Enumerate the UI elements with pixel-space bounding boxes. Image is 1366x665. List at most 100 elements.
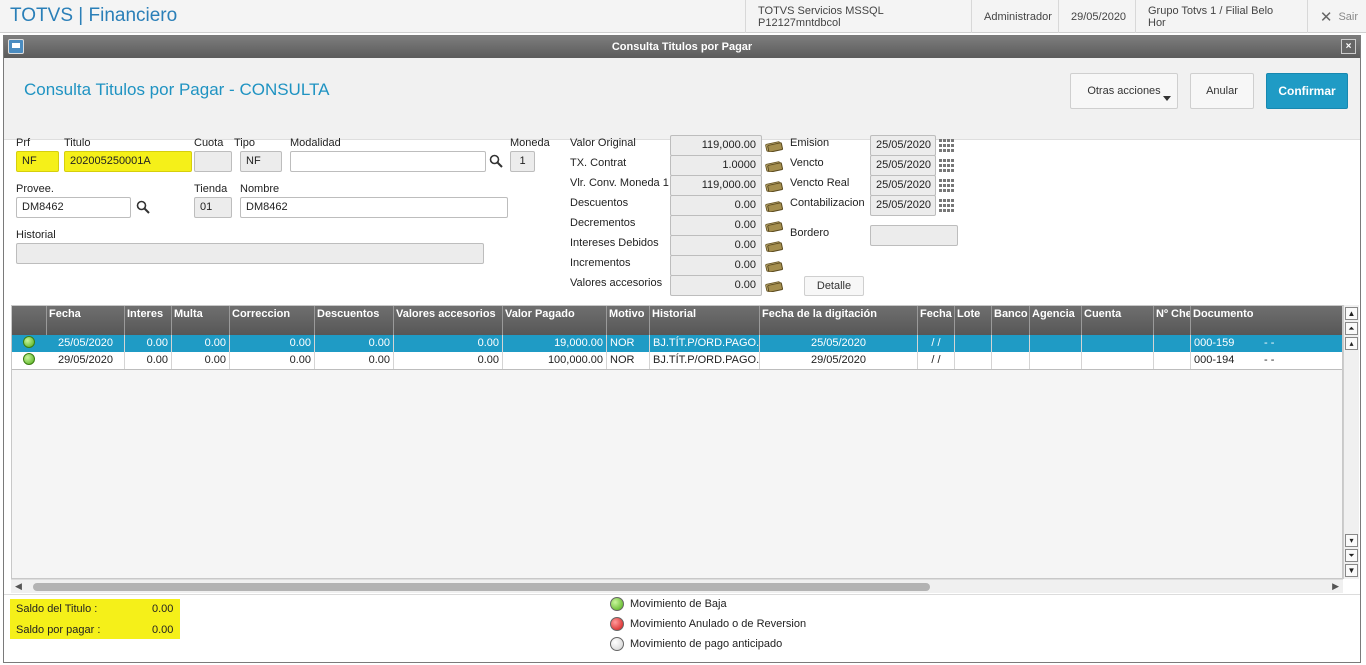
- scroll-down-icon[interactable]: ▾: [1345, 534, 1358, 547]
- scroll-page-down-icon[interactable]: ⏷: [1345, 549, 1358, 562]
- cuota-field[interactable]: [194, 151, 232, 172]
- scroll-top-icon[interactable]: ▲: [1345, 307, 1358, 320]
- column-header[interactable]: Correccion: [230, 306, 315, 335]
- value-field[interactable]: 119,000.00: [670, 175, 762, 196]
- money-icon[interactable]: [765, 180, 783, 192]
- value-field[interactable]: 119,000.00: [670, 135, 762, 156]
- value-field[interactable]: 0.00: [670, 275, 762, 296]
- app-title: TOTVS | Financiero: [10, 5, 178, 26]
- legend-white-icon: [610, 637, 624, 651]
- table-cell: - -: [1264, 337, 1275, 349]
- value-field[interactable]: 0.00: [670, 195, 762, 216]
- table-cell: 0.00: [172, 352, 230, 369]
- calendar-icon[interactable]: [939, 139, 954, 152]
- column-header[interactable]: Motivo: [607, 306, 650, 335]
- table-cell: [1082, 335, 1154, 352]
- historial-label: Historial: [16, 229, 56, 241]
- money-icon[interactable]: [765, 140, 783, 152]
- money-icon[interactable]: [765, 200, 783, 212]
- column-header[interactable]: Lote: [955, 306, 992, 335]
- scroll-bottom-icon[interactable]: ▼: [1345, 564, 1358, 577]
- table-cell: BJ.TÍT.P/ORD.PAGO.: [650, 335, 760, 352]
- scroll-page-up-icon[interactable]: ⏶: [1345, 322, 1358, 335]
- column-header[interactable]: Valores accesorios: [394, 306, 503, 335]
- value-field[interactable]: 0.00: [670, 215, 762, 236]
- window-close-button[interactable]: ×: [1341, 39, 1356, 54]
- scrollbar-thumb[interactable]: [33, 583, 930, 591]
- column-header[interactable]: Descuentos: [315, 306, 394, 335]
- date-label: Vencto: [790, 157, 824, 169]
- titulo-field[interactable]: 202005250001A: [64, 151, 192, 172]
- column-header[interactable]: Nº Che: [1154, 306, 1191, 335]
- column-header[interactable]: Fecha de la digitación: [760, 306, 918, 335]
- bordero-field[interactable]: [870, 225, 958, 246]
- table-cell: 0.00: [315, 335, 394, 352]
- dialog-window: Consulta Titulos por Pagar × Consulta Ti…: [3, 35, 1361, 663]
- nombre-label: Nombre: [240, 183, 280, 195]
- value-field[interactable]: 1.0000: [670, 155, 762, 176]
- value-label: Valores accesorios: [570, 277, 663, 289]
- chevron-down-icon: [1163, 96, 1171, 101]
- search-icon[interactable]: [489, 154, 503, 168]
- detail-button[interactable]: Detalle: [804, 276, 864, 296]
- column-header[interactable]: Valor Pagado: [503, 306, 607, 335]
- column-header[interactable]: Multa: [172, 306, 230, 335]
- table-cell: / /: [918, 335, 955, 352]
- exit-button[interactable]: ✕ Sair: [1306, 0, 1358, 33]
- page-title: Consulta Titulos por Pagar - CONSULTA: [24, 80, 330, 99]
- saldo-titulo-value: 0.00: [152, 603, 174, 615]
- calendar-icon[interactable]: [939, 159, 954, 172]
- table-row[interactable]: 29/05/2020 0.00 0.00 0.00 0.00 0.00 100,…: [12, 352, 1342, 369]
- prf-field[interactable]: NF: [16, 151, 59, 172]
- other-actions-button[interactable]: Otras acciones: [1070, 73, 1178, 109]
- money-icon[interactable]: [765, 260, 783, 272]
- user-info: Administrador: [971, 0, 1058, 33]
- value-field[interactable]: 0.00: [670, 255, 762, 276]
- value-field[interactable]: 0.00: [670, 235, 762, 256]
- money-icon[interactable]: [765, 240, 783, 252]
- date-field[interactable]: 25/05/2020: [870, 155, 936, 176]
- scroll-up-icon[interactable]: ▴: [1345, 337, 1358, 350]
- tipo-label: Tipo: [234, 137, 255, 149]
- column-header-status[interactable]: [12, 306, 47, 335]
- date-field[interactable]: 25/05/2020: [870, 195, 936, 216]
- window-title: Consulta Titulos por Pagar: [611, 41, 753, 53]
- scroll-right-icon[interactable]: ▶: [1332, 581, 1339, 592]
- money-icon[interactable]: [765, 280, 783, 292]
- money-icon[interactable]: [765, 220, 783, 232]
- table-cell: 100,000.00: [503, 352, 607, 369]
- search-icon[interactable]: [136, 200, 150, 214]
- moneda-field[interactable]: 1: [510, 151, 535, 172]
- column-header[interactable]: Documento: [1191, 306, 1344, 335]
- column-header[interactable]: Banco: [992, 306, 1030, 335]
- table-row[interactable]: 25/05/2020 0.00 0.00 0.00 0.00 0.00 19,0…: [12, 335, 1342, 352]
- horizontal-scrollbar[interactable]: ◀ ▶: [11, 579, 1343, 593]
- column-header[interactable]: Historial: [650, 306, 760, 335]
- column-header[interactable]: Fecha: [47, 306, 125, 335]
- tipo-field[interactable]: NF: [240, 151, 282, 172]
- date-field[interactable]: 25/05/2020: [870, 175, 936, 196]
- proveedor-field[interactable]: DM8462: [16, 197, 131, 218]
- table-cell: [955, 335, 992, 352]
- date-field[interactable]: 25/05/2020: [870, 135, 936, 156]
- table-cell: 0.00: [230, 335, 315, 352]
- calendar-icon[interactable]: [939, 199, 954, 212]
- money-icon[interactable]: [765, 160, 783, 172]
- value-label: Decrementos: [570, 217, 636, 229]
- saldo-pagar-value: 0.00: [152, 624, 174, 636]
- modalidad-field[interactable]: [290, 151, 486, 172]
- scroll-left-icon[interactable]: ◀: [15, 581, 22, 592]
- nombre-field[interactable]: DM8462: [240, 197, 508, 218]
- column-header[interactable]: Fecha: [918, 306, 955, 335]
- cancel-button[interactable]: Anular: [1190, 73, 1254, 109]
- vertical-scrollbar[interactable]: ▲ ⏶ ▴ ▾ ⏷ ▼: [1343, 305, 1359, 579]
- historial-field[interactable]: [16, 243, 484, 264]
- column-header[interactable]: Agencia: [1030, 306, 1082, 335]
- calendar-icon[interactable]: [939, 179, 954, 192]
- legend-red-icon: [610, 617, 624, 631]
- table-cell: 0.00: [172, 335, 230, 352]
- tienda-field[interactable]: 01: [194, 197, 232, 218]
- column-header[interactable]: Cuenta: [1082, 306, 1154, 335]
- confirm-button[interactable]: Confirmar: [1266, 73, 1348, 109]
- column-header[interactable]: Interes: [125, 306, 172, 335]
